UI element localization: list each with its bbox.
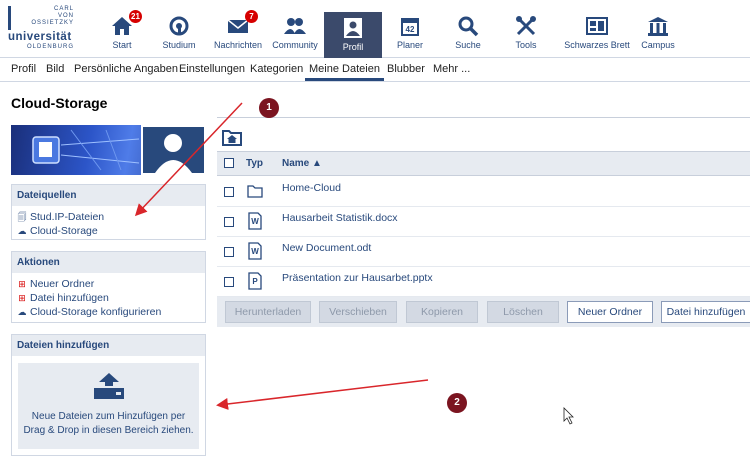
annotation-marker-1: 1 (259, 98, 279, 118)
annotation-arrow-1 (134, 102, 243, 217)
annotation-arrow-2 (216, 379, 429, 410)
annotation-overlay (134, 102, 574, 425)
mouse-cursor-icon (563, 407, 574, 425)
annotation-marker-2: 2 (447, 393, 467, 413)
